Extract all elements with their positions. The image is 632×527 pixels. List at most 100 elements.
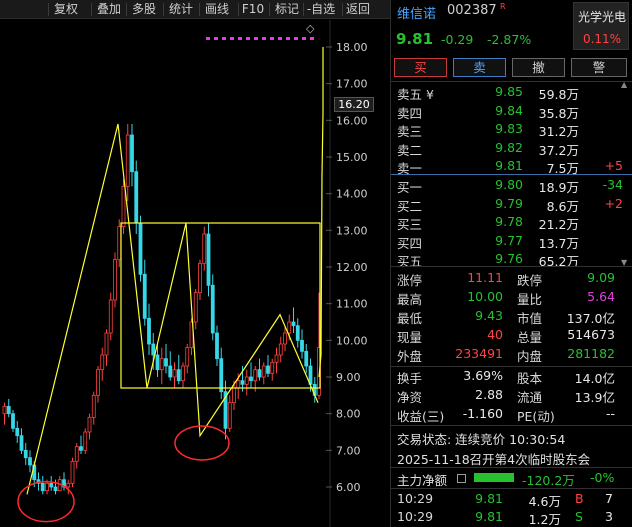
asks-price[interactable]: 9.82 <box>471 140 523 155</box>
tick-volume: 1.2万 <box>528 512 561 527</box>
stat-value: 40 <box>487 327 503 342</box>
candle-body <box>232 387 236 404</box>
stat-value: 14.0亿 <box>574 371 615 386</box>
bids-label: 买一 <box>397 180 423 195</box>
stat-value: 13.9亿 <box>574 390 615 405</box>
bids-delta: +2 <box>604 195 623 211</box>
price-label: 11.00 <box>336 298 368 311</box>
asks-label: 卖三 <box>397 124 423 139</box>
candle-body <box>236 380 241 389</box>
stat-label: 净资 <box>397 390 423 405</box>
toolbar-item-4[interactable]: 画线 <box>200 0 234 19</box>
bids-label: 买三 <box>397 217 423 232</box>
candle-body <box>210 284 215 334</box>
candle-body <box>176 369 181 382</box>
stat-label: PE(动) <box>517 409 555 424</box>
diamond-icon[interactable]: ◇ <box>306 22 314 35</box>
candle-body <box>23 449 28 459</box>
asks-price[interactable]: 9.84 <box>471 103 523 118</box>
bids-price[interactable]: 9.80 <box>471 177 523 192</box>
main-flow-value: -120.2万 <box>522 473 575 488</box>
stat-label: 总量 <box>517 330 543 345</box>
stat-value: -1.160 <box>462 406 503 421</box>
toolbar-item-1[interactable]: 叠加 <box>92 0 126 19</box>
tick-time: 10:29 <box>397 491 434 506</box>
stat-value: 9.43 <box>475 308 503 323</box>
candle-body <box>121 185 126 228</box>
divider <box>391 81 632 82</box>
price-label: 17.00 <box>336 78 368 91</box>
candle-body <box>283 332 287 345</box>
toolbar-separator <box>269 3 270 16</box>
bids-price[interactable]: 9.76 <box>471 251 523 266</box>
toolbar-separator <box>163 3 164 16</box>
marker-dot <box>254 37 258 40</box>
toolbar-item-5[interactable]: F10 <box>239 0 267 19</box>
candle-body <box>40 482 45 492</box>
alert-button[interactable]: 警 <box>571 58 627 77</box>
bids-price[interactable]: 9.78 <box>471 214 523 229</box>
scroll-up-icon[interactable]: ▲ <box>621 80 627 89</box>
candle-body <box>28 457 32 466</box>
annotation-zigzag <box>26 123 319 495</box>
stock-name[interactable]: 维信诺 <box>397 3 436 22</box>
expand-icon[interactable] <box>457 474 466 483</box>
candle-body <box>215 332 219 360</box>
asks-price[interactable]: 9.83 <box>471 121 523 136</box>
toolbar-item-8[interactable]: 返回 <box>343 0 373 19</box>
bids-label: 买二 <box>397 198 423 214</box>
asks-price[interactable]: 9.85 <box>471 84 523 99</box>
sector-box[interactable]: 光学光电 0.11% <box>573 2 629 50</box>
stat-value: 10.00 <box>467 289 503 304</box>
asks-volume: 35.8万 <box>538 105 579 121</box>
candle-body <box>266 365 270 374</box>
r-badge: R <box>500 2 506 11</box>
tick-price: 9.81 <box>475 509 503 524</box>
asks-delta: +5 <box>604 158 623 173</box>
candle-body <box>96 369 100 396</box>
divider <box>391 266 632 267</box>
toolbar-item-2[interactable]: 多股 <box>127 0 161 19</box>
candle-body <box>244 376 249 385</box>
notice[interactable]: 2025-11-18召开第4次临时股东会 <box>397 449 590 468</box>
stat-value: 3.69% <box>463 368 503 383</box>
price-label: 14.00 <box>336 188 368 201</box>
candle-body <box>70 460 75 484</box>
toolbar-item-7[interactable]: -自选 <box>304 0 338 19</box>
sector-name: 光学光电 <box>577 10 626 24</box>
price-label: 10.00 <box>336 334 368 347</box>
quote-panel: 维信诺 002387 R 9.81 -0.29 -2.87% 光学光电 0.11… <box>390 0 632 527</box>
stat-label: 外盘 <box>397 349 423 364</box>
marker-dot <box>310 37 314 40</box>
candle-body <box>198 262 202 294</box>
toolbar-item-0[interactable]: 复权 <box>49 0 83 19</box>
stat-label: 市值 <box>517 311 543 326</box>
marker-dot <box>270 37 274 40</box>
stat-value: 233491 <box>455 346 503 361</box>
stat-value: 11.11 <box>467 270 503 285</box>
bids-price[interactable]: 9.77 <box>471 233 523 248</box>
stat-label: 收益(三) <box>397 409 445 424</box>
asks-label: 卖二 <box>397 142 423 158</box>
buy-button[interactable]: 买 <box>394 58 447 77</box>
bids-volume: 8.6万 <box>546 198 579 214</box>
candle-body <box>300 339 304 352</box>
candle-body <box>172 369 177 378</box>
asks-price[interactable]: 9.81 <box>471 158 523 173</box>
tick-time: 10:29 <box>397 509 434 524</box>
annotation-ellipse-low-2 <box>174 425 230 461</box>
toolbar-item-6[interactable]: 标记 <box>270 0 304 19</box>
kline-chart[interactable]: 18.00 17.00 16.00 15.00 14.00 13.00 12.00 11.00… <box>0 20 390 527</box>
toolbar-separator <box>126 3 127 16</box>
toolbar-item-3[interactable]: 统计 <box>164 0 198 19</box>
stat-label: 现量 <box>397 330 423 345</box>
marker-dot <box>222 37 226 40</box>
bids-price[interactable]: 9.79 <box>471 196 523 211</box>
candle-body <box>83 431 88 451</box>
sell-button[interactable]: 卖 <box>453 58 506 77</box>
candle-body <box>19 435 24 451</box>
stat-value: 281182 <box>567 346 615 361</box>
candle-body <box>240 380 245 385</box>
cancel-order-button[interactable]: 撤 <box>512 58 565 77</box>
marker-dot <box>246 37 250 40</box>
